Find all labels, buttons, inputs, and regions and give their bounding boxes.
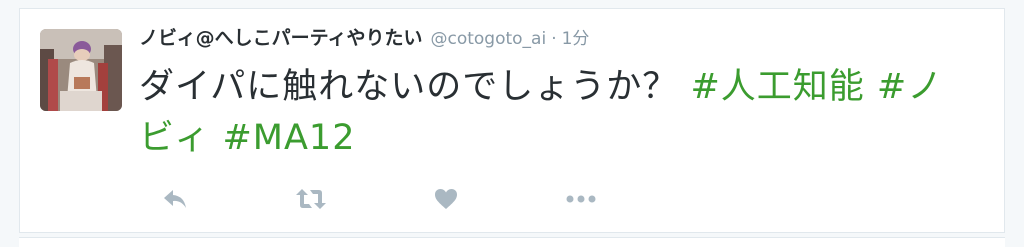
- tweet-text-body: ダイパに触れないのでしょうか？: [139, 67, 691, 107]
- separator-dot: ·: [551, 29, 557, 49]
- next-tweet-card-edge: [19, 237, 1005, 247]
- tweet-timestamp[interactable]: 1分: [562, 29, 590, 49]
- avatar[interactable]: [40, 29, 122, 111]
- text-space: [865, 67, 877, 107]
- reply-icon: [164, 190, 186, 208]
- avatar-image: [40, 29, 122, 111]
- more-button[interactable]: [564, 184, 598, 214]
- more-dots-icon: [566, 195, 596, 203]
- tweet-header: ノビィ@へしこパーティやりたい @cotogoto_ai · 1分: [139, 24, 589, 53]
- display-name[interactable]: ノビィ@へしこパーティやりたい: [139, 27, 422, 49]
- tweet-text: ダイパに触れないのでしょうか？ #人工知能 #ノビィ #MA12: [139, 62, 979, 164]
- hashtag-link[interactable]: #MA12: [222, 118, 355, 158]
- user-handle[interactable]: @cotogoto_ai: [430, 29, 546, 49]
- hashtag-link[interactable]: #人工知能: [690, 67, 864, 107]
- like-button[interactable]: [429, 184, 463, 214]
- retweet-icon: [296, 189, 326, 209]
- text-space: [210, 118, 222, 158]
- retweet-button[interactable]: [294, 184, 328, 214]
- tweet-card[interactable]: ノビィ@へしこパーティやりたい @cotogoto_ai · 1分 ダイパに触れないの…: [19, 8, 1005, 233]
- tweet-actions: [139, 184, 619, 214]
- heart-icon: [435, 189, 457, 209]
- reply-button[interactable]: [158, 184, 192, 214]
